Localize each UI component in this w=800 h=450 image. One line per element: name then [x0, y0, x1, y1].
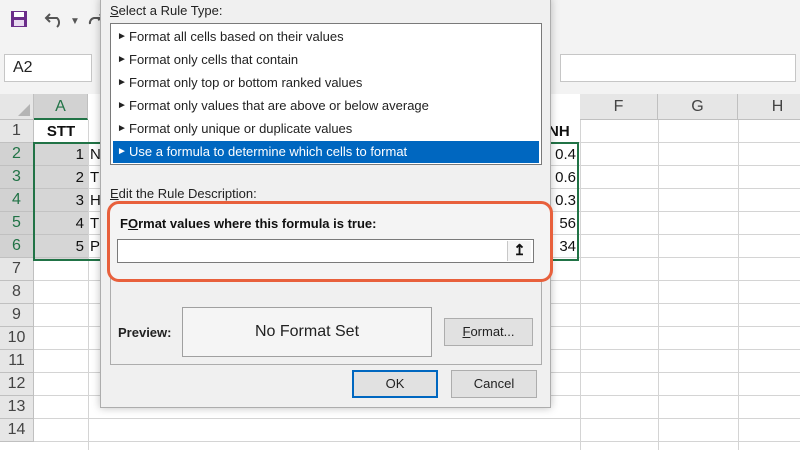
row-header-14[interactable]: 14 [0, 419, 34, 442]
arrow-right-icon: ► [117, 31, 127, 42]
row-header-3[interactable]: 3 [0, 166, 34, 189]
row-header-13[interactable]: 13 [0, 396, 34, 419]
preview-label: Preview: [118, 325, 172, 340]
row-header-2[interactable]: 2 [0, 143, 34, 166]
cell-right-header[interactable]: NH [548, 120, 580, 143]
collapse-dialog-icon[interactable]: ↥ [507, 241, 531, 261]
row-header-10[interactable]: 10 [0, 327, 34, 350]
row-header-4[interactable]: 4 [0, 189, 34, 212]
row-header-8[interactable]: 8 [0, 281, 34, 304]
column-header-f[interactable]: F [580, 94, 658, 120]
name-box[interactable]: A2 [4, 54, 92, 82]
rule-type-list[interactable]: ► Format all cells based on their values … [110, 23, 542, 165]
arrow-right-icon: ► [117, 100, 127, 111]
rule-type-item[interactable]: ► Format only values that are above or be… [113, 95, 539, 117]
rule-type-item[interactable]: ► Format only cells that contain [113, 49, 539, 71]
column-header-a[interactable]: A [34, 94, 88, 120]
row-header-1[interactable]: 1 [0, 120, 34, 143]
save-icon[interactable] [10, 10, 28, 33]
arrow-right-icon: ► [117, 123, 127, 134]
cell-a5[interactable]: 4 [34, 212, 88, 235]
column-header-h[interactable]: H [738, 94, 800, 120]
row-header-7[interactable]: 7 [0, 258, 34, 281]
formula-highlight: FOrmat values where this formula is true… [107, 201, 553, 282]
edit-description-label: Edit the Rule Description: [110, 186, 257, 201]
rule-type-item[interactable]: ► Format only unique or duplicate values [113, 118, 539, 140]
column-header-g[interactable]: G [658, 94, 738, 120]
row-header-9[interactable]: 9 [0, 304, 34, 327]
cell-a4[interactable]: 3 [34, 189, 88, 212]
formula-input-field[interactable] [117, 239, 534, 263]
row-header-5[interactable]: 5 [0, 212, 34, 235]
cancel-button[interactable]: Cancel [451, 370, 537, 398]
row-header-11[interactable]: 11 [0, 350, 34, 373]
formula-input[interactable] [560, 54, 796, 82]
arrow-right-icon: ► [117, 77, 127, 88]
format-preview: No Format Set [182, 307, 432, 357]
row-header-6[interactable]: 6 [0, 235, 34, 258]
cell-a6[interactable]: 5 [34, 235, 88, 258]
arrow-right-icon: ► [117, 146, 127, 157]
row-header-12[interactable]: 12 [0, 373, 34, 396]
format-button[interactable]: Format... [444, 318, 533, 346]
cell-a1[interactable]: STT [34, 120, 88, 143]
rule-type-item[interactable]: ► Format all cells based on their values [113, 26, 539, 48]
rule-type-item-selected[interactable]: ► Use a formula to determine which cells … [113, 141, 539, 163]
rule-type-label: Select a Rule Type: [110, 3, 223, 18]
formula-label: FOrmat values where this formula is true… [120, 216, 377, 231]
rule-type-item[interactable]: ► Format only top or bottom ranked values [113, 72, 539, 94]
arrow-right-icon: ► [117, 54, 127, 65]
cell-a3[interactable]: 2 [34, 166, 88, 189]
cell-a2[interactable]: 1 [34, 143, 88, 166]
ok-button[interactable]: OK [352, 370, 438, 398]
undo-icon[interactable] [44, 10, 66, 33]
undo-dropdown-icon[interactable]: ▼ [70, 16, 80, 27]
select-all-corner[interactable] [0, 94, 34, 120]
